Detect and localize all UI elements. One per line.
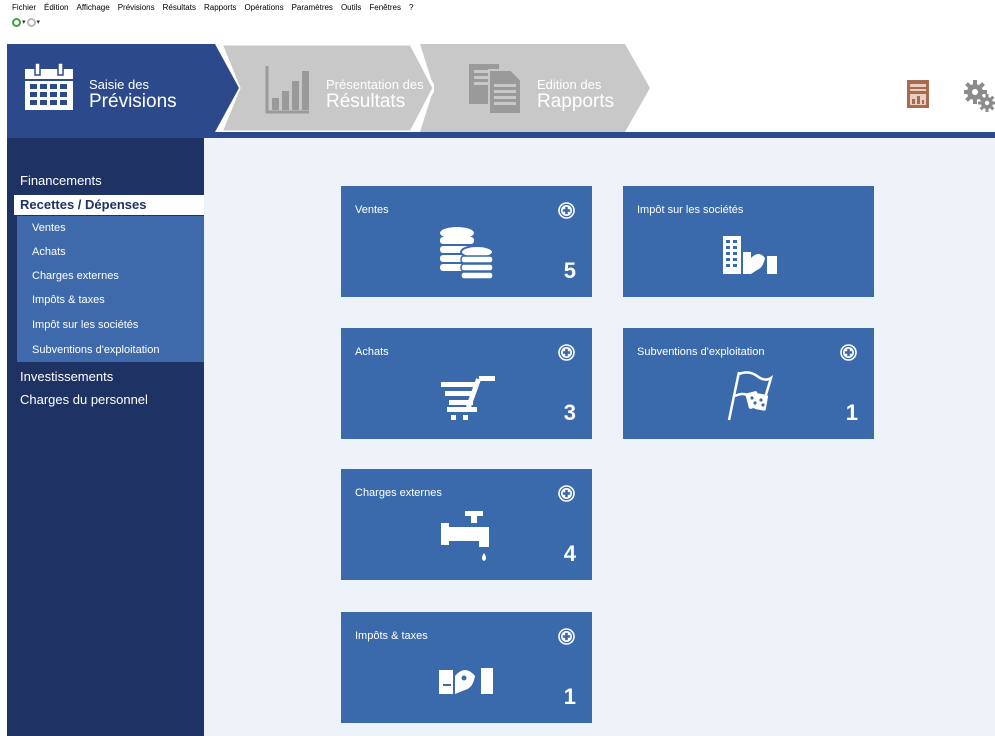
- calendar-icon: [25, 62, 73, 110]
- card-achats[interactable]: Achats 3: [341, 328, 592, 439]
- card-title: Ventes: [355, 204, 389, 216]
- sidebar-item-subventions[interactable]: Subventions d'exploitation: [7, 340, 204, 360]
- sidebar-item-investissements[interactable]: Investissements: [7, 367, 204, 387]
- card-title: Achats: [355, 346, 389, 358]
- card-subventions[interactable]: Subventions d'exploitation 1: [623, 328, 874, 439]
- green-circle-icon: [12, 17, 21, 27]
- menu-previsions[interactable]: Prévisions: [118, 3, 155, 12]
- step-presentation-resultats[interactable]: Présentation des Résultats: [221, 44, 434, 132]
- card-count: 1: [563, 684, 576, 709]
- add-icon[interactable]: [558, 202, 575, 219]
- report-calculator-icon[interactable]: [907, 80, 929, 108]
- sidebar-item-impot-societes[interactable]: Impôt sur les sociétés: [7, 315, 204, 335]
- grey-circle-icon: [26, 17, 36, 27]
- coins-icon: [440, 227, 494, 280]
- tax-building-icon: [723, 236, 777, 274]
- sidebar-item-impots-taxes[interactable]: Impôts & taxes: [7, 290, 204, 310]
- tax-stamp-icon: [439, 668, 493, 694]
- step-label-small: Présentation des: [326, 77, 424, 92]
- bar-chart-icon: [265, 66, 309, 114]
- step-label-large: Résultats: [326, 91, 406, 112]
- add-icon[interactable]: [558, 485, 575, 502]
- sidebar: Financements Recettes / Dépenses Ventes …: [7, 138, 204, 736]
- card-count: 1: [845, 400, 858, 425]
- step-label-small: Edition des: [537, 77, 602, 92]
- back-button[interactable]: ▾: [12, 17, 26, 27]
- add-icon[interactable]: [558, 628, 575, 645]
- add-icon[interactable]: [840, 344, 857, 361]
- shopping-cart-icon: [441, 376, 495, 420]
- chevron-down-icon: ▾: [22, 18, 26, 26]
- sidebar-item-ventes[interactable]: Ventes: [7, 218, 204, 238]
- menu-resultats[interactable]: Résultats: [163, 3, 196, 12]
- card-impots-taxes[interactable]: Impôts & taxes 1: [341, 612, 592, 723]
- step-label-large: Rapports: [537, 91, 615, 112]
- water-tap-icon: [441, 511, 489, 561]
- documents-icon: [469, 64, 522, 115]
- sidebar-item-financements[interactable]: Financements: [7, 171, 204, 191]
- card-title: Charges externes: [355, 487, 442, 499]
- menu-fenetres[interactable]: Fenêtres: [369, 3, 401, 12]
- menu-outils[interactable]: Outils: [341, 3, 361, 12]
- card-title: Subventions d'exploitation: [637, 346, 765, 358]
- add-icon[interactable]: [558, 344, 575, 361]
- quick-toolbar: ▾ ▾: [7, 14, 995, 30]
- sidebar-item-recettes-depenses[interactable]: Recettes / Dépenses: [14, 195, 204, 215]
- card-count: 3: [563, 400, 576, 425]
- card-charges-externes[interactable]: Charges externes 4: [341, 469, 592, 580]
- menu-parametres[interactable]: Paramètres: [292, 3, 333, 12]
- gears-icon[interactable]: [964, 80, 995, 112]
- card-count: 4: [563, 541, 576, 566]
- card-title: Impôts & taxes: [355, 630, 428, 642]
- menu-rapports[interactable]: Rapports: [204, 3, 236, 12]
- menu-help[interactable]: ?: [409, 3, 413, 12]
- forward-button[interactable]: ▾: [26, 17, 41, 27]
- menu-fichier[interactable]: Fichier: [12, 3, 36, 12]
- card-count: 5: [563, 258, 576, 283]
- workflow-banner: Edition des Rapports Présentation des Ré…: [7, 44, 995, 132]
- step-edition-rapports[interactable]: Edition des Rapports: [420, 44, 650, 132]
- step-arrow-bg: [420, 44, 650, 132]
- step-label-small: Saisie des: [89, 77, 149, 92]
- menu-edition[interactable]: Édition: [44, 3, 68, 12]
- sidebar-item-achats[interactable]: Achats: [7, 242, 204, 262]
- step-saisie-previsions[interactable]: Saisie des Prévisions: [7, 44, 239, 132]
- subsidy-flag-icon: [727, 371, 774, 421]
- sidebar-item-charges-externes[interactable]: Charges externes: [7, 266, 204, 286]
- card-title: Impôt sur les sociétés: [637, 204, 744, 216]
- main-area: Ventes 5 Impôt sur les sociétés Achats 3…: [204, 138, 995, 736]
- step-label-large: Prévisions: [89, 91, 177, 112]
- menu-operations[interactable]: Opérations: [244, 3, 283, 12]
- chevron-down-icon: ▾: [36, 18, 41, 26]
- card-ventes[interactable]: Ventes 5: [341, 186, 592, 297]
- sidebar-item-charges-personnel[interactable]: Charges du personnel: [7, 390, 204, 410]
- menu-affichage[interactable]: Affichage: [76, 3, 109, 12]
- card-impot-societes[interactable]: Impôt sur les sociétés: [623, 186, 874, 297]
- menu-bar: Fichier Édition Affichage Prévisions Rés…: [7, 0, 995, 14]
